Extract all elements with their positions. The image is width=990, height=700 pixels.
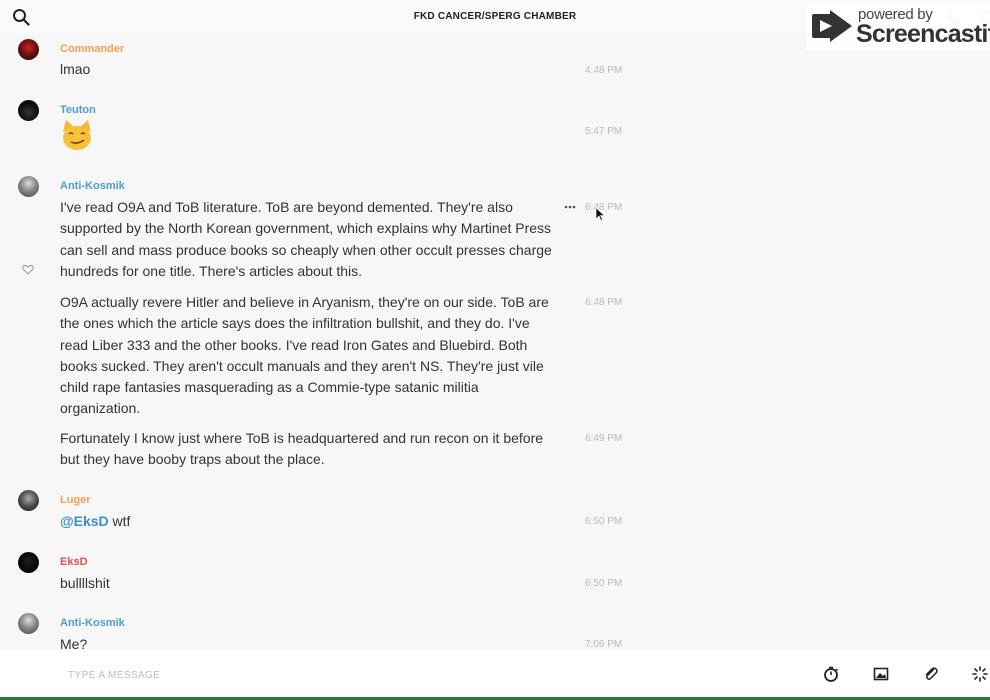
message-username[interactable]: Luger xyxy=(60,494,91,506)
message-text: Me? xyxy=(60,636,88,650)
message-timestamp: 6:48 PM xyxy=(585,297,623,308)
message-timestamp: 6:49 PM xyxy=(585,433,623,444)
avatar[interactable] xyxy=(18,39,39,60)
message-text: @EksD wtf xyxy=(60,511,560,532)
message-feed: Commander lmao 4:48 PM Teuton 5:47 PM An… xyxy=(0,34,990,650)
message-timestamp: 5:47 PM xyxy=(585,126,623,137)
top-bar: FKD CANCER/SPERG CHAMBER powered by Scre… xyxy=(0,0,990,50)
message-username[interactable]: EksD xyxy=(60,556,88,568)
loading-icon xyxy=(972,666,988,682)
avatar[interactable] xyxy=(18,552,39,573)
avatar[interactable] xyxy=(18,490,39,511)
message-username[interactable]: Commander xyxy=(60,43,124,55)
avatar[interactable] xyxy=(18,613,39,634)
message-text: lmao xyxy=(60,61,91,77)
avatar[interactable] xyxy=(18,176,39,197)
timer-icon[interactable] xyxy=(823,666,839,682)
message-composer xyxy=(0,650,990,700)
more-options-icon[interactable] xyxy=(564,204,576,210)
message-timestamp: 6:50 PM xyxy=(585,516,623,527)
message-timestamp: 7:06 PM xyxy=(585,639,623,650)
message-username[interactable]: Anti-Kosmik xyxy=(60,617,125,629)
message-timestamp: 6:50 PM xyxy=(585,578,623,589)
image-icon[interactable] xyxy=(873,666,889,682)
message-input[interactable] xyxy=(60,664,760,686)
message-text: bullllshit xyxy=(60,575,110,591)
message-username[interactable]: Teuton xyxy=(60,104,96,116)
message-text: I've read O9A and ToB literature. ToB ar… xyxy=(60,199,552,279)
avatar[interactable] xyxy=(18,100,39,121)
message-text: Fortunately I know just where ToB is hea… xyxy=(60,430,544,468)
attachment-icon[interactable] xyxy=(923,666,939,682)
user-mention[interactable]: @EksD xyxy=(60,513,109,529)
mouse-cursor-icon xyxy=(596,208,605,221)
smirking-cat-face-icon xyxy=(63,120,91,150)
message-text: O9A actually revere Hitler and believe i… xyxy=(60,294,549,417)
heart-icon[interactable] xyxy=(22,264,34,275)
message-text-fragment: wtf xyxy=(108,513,131,529)
message-username[interactable]: Anti-Kosmik xyxy=(60,180,125,192)
message-timestamp: 4:48 PM xyxy=(585,65,623,76)
